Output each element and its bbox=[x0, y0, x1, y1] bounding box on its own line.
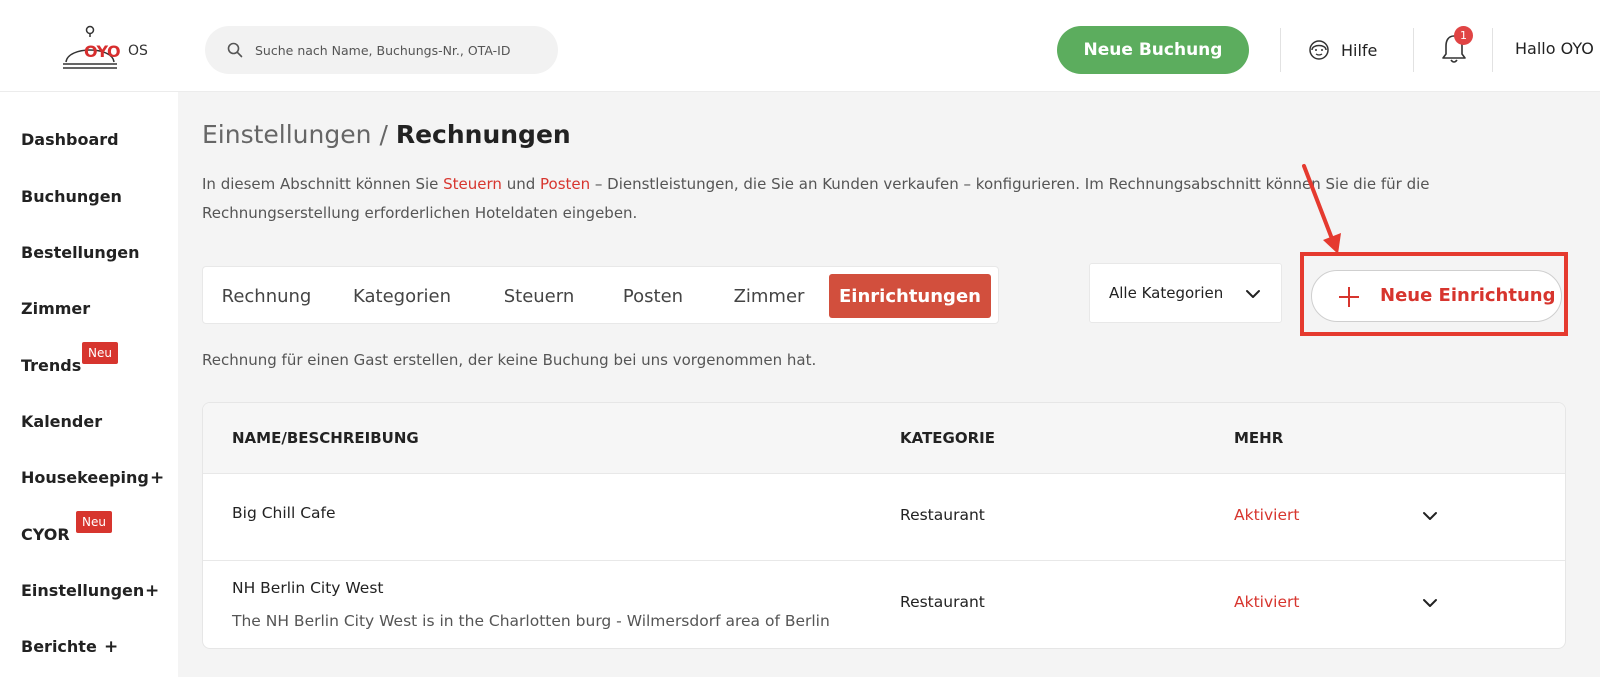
expand-plus-icon[interactable]: + bbox=[150, 468, 164, 488]
column-header-more: MEHR bbox=[1234, 429, 1284, 447]
sidebar-item-kalender[interactable]: Kalender bbox=[21, 412, 102, 431]
header-divider bbox=[1492, 28, 1493, 72]
page-title: Einstellungen / Rechnungen bbox=[202, 120, 571, 149]
items-link[interactable]: Posten bbox=[540, 175, 590, 193]
sidebar-item-dashboard[interactable]: Dashboard bbox=[21, 130, 119, 149]
new-badge: Neu bbox=[82, 342, 118, 364]
chevron-down-icon bbox=[1246, 290, 1260, 298]
sidebar-item-buchungen[interactable]: Buchungen bbox=[21, 187, 122, 206]
taxes-link[interactable]: Steuern bbox=[443, 175, 502, 193]
facility-name: NH Berlin City West bbox=[232, 579, 384, 597]
sidebar-item-trends[interactable]: Trends bbox=[21, 356, 81, 375]
header-divider bbox=[1413, 28, 1414, 72]
facility-category: Restaurant bbox=[900, 506, 985, 524]
new-badge: Neu bbox=[76, 511, 112, 533]
tab-rechnung[interactable]: Rechnung bbox=[209, 274, 324, 318]
sidebar-item-cyor[interactable]: CYOR bbox=[21, 525, 70, 544]
expand-plus-icon[interactable]: + bbox=[104, 637, 118, 657]
help-label: Hilfe bbox=[1341, 40, 1378, 60]
search-icon bbox=[227, 42, 243, 58]
oyo-os-logo[interactable]: OYO OS bbox=[60, 24, 160, 76]
column-header-name: NAME/BESCHREIBUNG bbox=[232, 429, 419, 447]
column-header-category: KATEGORIE bbox=[900, 429, 995, 447]
facility-status[interactable]: Aktiviert bbox=[1234, 506, 1299, 524]
logo-text: OYO bbox=[84, 42, 121, 61]
category-filter-value: Alle Kategorien bbox=[1109, 284, 1224, 302]
logo-suffix: OS bbox=[128, 43, 148, 59]
sidebar-item-housekeeping[interactable]: Housekeeping bbox=[21, 468, 149, 487]
settings-tabs: Rechnung Kategorien Steuern Posten Zimme… bbox=[202, 266, 999, 324]
sidebar-item-zimmer[interactable]: Zimmer bbox=[21, 299, 90, 318]
expand-plus-icon[interactable]: + bbox=[145, 581, 159, 601]
user-greeting[interactable]: Hallo OYO bbox=[1515, 39, 1594, 58]
tab-posten[interactable]: Posten bbox=[603, 274, 703, 318]
sidebar: Dashboard Buchungen Bestellungen Zimmer … bbox=[0, 92, 178, 677]
support-agent-icon bbox=[1309, 40, 1329, 60]
tab-steuern[interactable]: Steuern bbox=[481, 274, 597, 318]
table-row[interactable]: Big Chill Cafe Restaurant Aktiviert bbox=[203, 473, 1565, 560]
info-note: Rechnung für einen Gast erstellen, der k… bbox=[202, 351, 817, 369]
search-bar[interactable] bbox=[205, 26, 558, 74]
facility-name: Big Chill Cafe bbox=[232, 504, 336, 522]
facility-status[interactable]: Aktiviert bbox=[1234, 593, 1299, 611]
new-booking-button[interactable]: Neue Buchung bbox=[1057, 26, 1249, 74]
new-facility-label: Neue Einrichtung bbox=[1380, 285, 1556, 306]
breadcrumb-separator: / bbox=[379, 120, 388, 149]
sidebar-item-einstellungen[interactable]: Einstellungen bbox=[21, 581, 144, 600]
sidebar-item-bestellungen[interactable]: Bestellungen bbox=[21, 243, 140, 262]
sidebar-item-berichte[interactable]: Berichte bbox=[21, 637, 97, 656]
tab-kategorien[interactable]: Kategorien bbox=[333, 274, 471, 318]
breadcrumb-current: Rechnungen bbox=[395, 120, 571, 149]
table-header: NAME/BESCHREIBUNG KATEGORIE MEHR bbox=[203, 403, 1565, 473]
desc-text: und bbox=[501, 175, 540, 193]
help-button[interactable]: Hilfe bbox=[1307, 37, 1377, 63]
facility-category: Restaurant bbox=[900, 593, 985, 611]
header-divider bbox=[1280, 28, 1281, 72]
notification-badge: 1 bbox=[1454, 26, 1473, 45]
desc-text: In diesem Abschnitt können Sie bbox=[202, 175, 444, 193]
chevron-down-icon[interactable] bbox=[1421, 594, 1439, 612]
plus-icon bbox=[1339, 287, 1359, 307]
new-facility-button[interactable]: Neue Einrichtung bbox=[1311, 270, 1562, 322]
breadcrumb-parent[interactable]: Einstellungen bbox=[202, 120, 371, 149]
table-row[interactable]: NH Berlin City West The NH Berlin City W… bbox=[203, 560, 1565, 648]
facilities-table: NAME/BESCHREIBUNG KATEGORIE MEHR Big Chi… bbox=[202, 402, 1566, 649]
annotation-arrow-icon bbox=[1302, 164, 1341, 254]
facility-description: The NH Berlin City West is in the Charlo… bbox=[232, 612, 830, 630]
tab-zimmer[interactable]: Zimmer bbox=[711, 274, 827, 318]
category-filter-dropdown[interactable]: Alle Kategorien bbox=[1089, 263, 1282, 323]
search-input[interactable] bbox=[255, 26, 555, 74]
chevron-down-icon[interactable] bbox=[1421, 507, 1439, 525]
tab-einrichtungen[interactable]: Einrichtungen bbox=[829, 274, 991, 318]
top-header: OYO OS Neue Buchung Hilfe 1 Hallo OYO bbox=[0, 0, 1600, 92]
